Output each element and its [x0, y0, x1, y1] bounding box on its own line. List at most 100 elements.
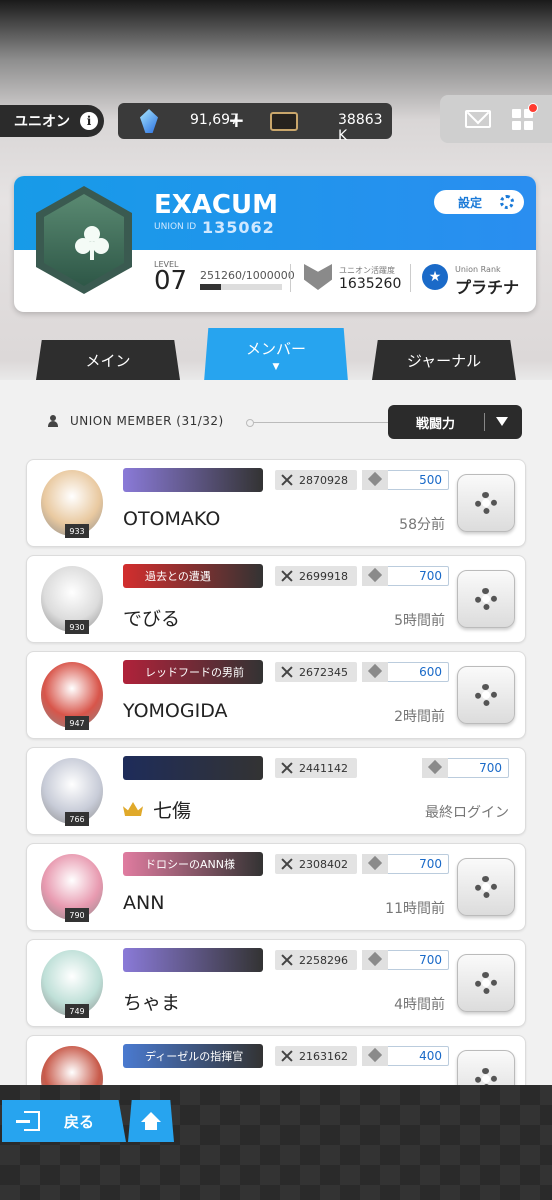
divider — [290, 264, 291, 292]
union-level: 07 — [154, 266, 188, 296]
settings-label: 設定 — [458, 195, 483, 210]
title-banner — [123, 756, 263, 780]
divider — [410, 264, 411, 292]
combat-power-value: 2870928 — [299, 473, 348, 487]
contribution-points: 700 — [362, 854, 449, 874]
last-login: 最終ログイン — [425, 805, 509, 821]
member-count-header: UNION MEMBER (31/32) — [48, 414, 224, 428]
gear-icon — [475, 588, 497, 610]
member-settings-button[interactable] — [457, 666, 515, 724]
member-level: 933 — [65, 524, 89, 538]
combat-power: 2441142 — [275, 758, 357, 778]
top-right-buttons — [440, 95, 552, 143]
union-id-label: UNION ID — [154, 222, 197, 232]
points-value: 500 — [419, 473, 442, 487]
member-row[interactable]: 930 過去との遭遇 2699918 700 でびる 5時間前 — [26, 555, 526, 643]
member-settings-button[interactable] — [457, 570, 515, 628]
swords-icon — [281, 666, 293, 678]
tab-active-arrow-icon: ▼ — [272, 362, 280, 372]
title-banner — [123, 948, 263, 972]
combat-power: 2699918 — [275, 566, 357, 586]
points-value: 700 — [419, 857, 442, 871]
xp-bar — [200, 284, 282, 290]
member-settings-button[interactable] — [457, 474, 515, 532]
union-card: EXACUM UNION ID 135062 設定 LEVEL 07 25126… — [14, 176, 536, 312]
tab-journal[interactable]: ジャーナル — [372, 340, 516, 380]
title-banner — [123, 468, 263, 492]
diamond-icon — [362, 1046, 388, 1066]
tab-members-label: メンバー — [245, 340, 306, 358]
member-name: ちゃま — [123, 992, 181, 1014]
resource-bar: 91,697 + 38863 K — [118, 103, 392, 144]
member-name: YOMOGIDA — [123, 700, 228, 722]
last-login: 2時間前 — [394, 709, 445, 725]
tab-members[interactable]: メンバー ▼ — [204, 328, 348, 382]
swords-icon — [281, 1050, 293, 1062]
home-icon — [141, 1112, 161, 1130]
points-value: 700 — [419, 953, 442, 967]
member-name: ANN — [123, 892, 165, 914]
member-level: 766 — [65, 812, 89, 826]
member-row[interactable]: 947 レッドフードの男前 2672345 600 YOMOGIDA 2時間前 — [26, 651, 526, 739]
mail-icon[interactable] — [465, 110, 491, 128]
crown-icon — [123, 802, 143, 816]
people-icon — [48, 415, 62, 427]
back-label: 戻る — [64, 1112, 95, 1131]
gear-icon — [500, 195, 514, 209]
ticket-icon — [270, 112, 298, 131]
member-level: 790 — [65, 908, 89, 922]
diamond-icon — [362, 950, 388, 970]
points-value: 700 — [419, 569, 442, 583]
activity-label: ユニオン活躍度 — [339, 266, 395, 275]
contribution-points: 400 — [362, 1046, 449, 1066]
last-login: 11時間前 — [385, 901, 445, 917]
member-settings-button[interactable] — [457, 954, 515, 1012]
activity-value: 1635260 — [339, 276, 402, 292]
sort-dropdown[interactable]: 戦闘力 — [388, 405, 522, 439]
member-row[interactable]: 749 2258296 700 ちゃま 4時間前 — [26, 939, 526, 1027]
xp-fill — [200, 284, 221, 290]
add-gem-button[interactable]: + — [228, 108, 245, 132]
title-banner: 過去との遭遇 — [123, 564, 263, 588]
member-name: 七傷 — [153, 800, 192, 822]
contribution-points: 500 — [362, 470, 449, 490]
member-level: 749 — [65, 1004, 89, 1018]
combat-power: 2163162 — [275, 1046, 357, 1066]
contribution-points: 700 — [362, 566, 449, 586]
union-name: EXACUM — [154, 190, 278, 220]
points-value: 700 — [479, 761, 502, 775]
swords-icon — [281, 474, 293, 486]
member-row[interactable]: 933 2870928 500 OTOMAKO 58分前 — [26, 459, 526, 547]
combat-power-value: 2699918 — [299, 569, 348, 583]
combat-power: 2258296 — [275, 950, 357, 970]
title-banner: ドロシーのANN様 — [123, 852, 263, 876]
combat-power-value: 2258296 — [299, 953, 348, 967]
member-name: OTOMAKO — [123, 508, 221, 530]
member-settings-button[interactable] — [457, 858, 515, 916]
member-name: でびる — [123, 608, 181, 630]
diamond-icon — [362, 566, 388, 586]
diamond-icon — [362, 854, 388, 874]
back-button[interactable]: 戻る — [2, 1100, 126, 1142]
combat-power-value: 2441142 — [299, 761, 348, 775]
gem-icon — [140, 109, 158, 133]
ticket-amount: 38863 K — [338, 112, 383, 144]
member-level: 930 — [65, 620, 89, 634]
union-pill-label: ユニオン — [14, 114, 70, 130]
union-id: 135062 — [202, 218, 275, 237]
notification-dot — [528, 103, 538, 113]
info-icon[interactable]: i — [80, 112, 98, 130]
gear-icon — [475, 972, 497, 994]
combat-power: 2672345 — [275, 662, 357, 682]
points-value: 400 — [419, 1049, 442, 1063]
swords-icon — [281, 858, 293, 870]
tab-main[interactable]: メイン — [36, 340, 180, 380]
home-button[interactable] — [128, 1100, 174, 1142]
rank-label: Union Rank — [455, 265, 501, 274]
union-settings-button[interactable]: 設定 — [434, 190, 524, 214]
swords-icon — [281, 762, 293, 774]
member-row[interactable]: 766 2441142 700 七傷 最終ログイン — [26, 747, 526, 835]
combat-power: 2870928 — [275, 470, 357, 490]
member-row[interactable]: 790 ドロシーのANN様 2308402 700 ANN 11時間前 — [26, 843, 526, 931]
diamond-icon — [362, 470, 388, 490]
